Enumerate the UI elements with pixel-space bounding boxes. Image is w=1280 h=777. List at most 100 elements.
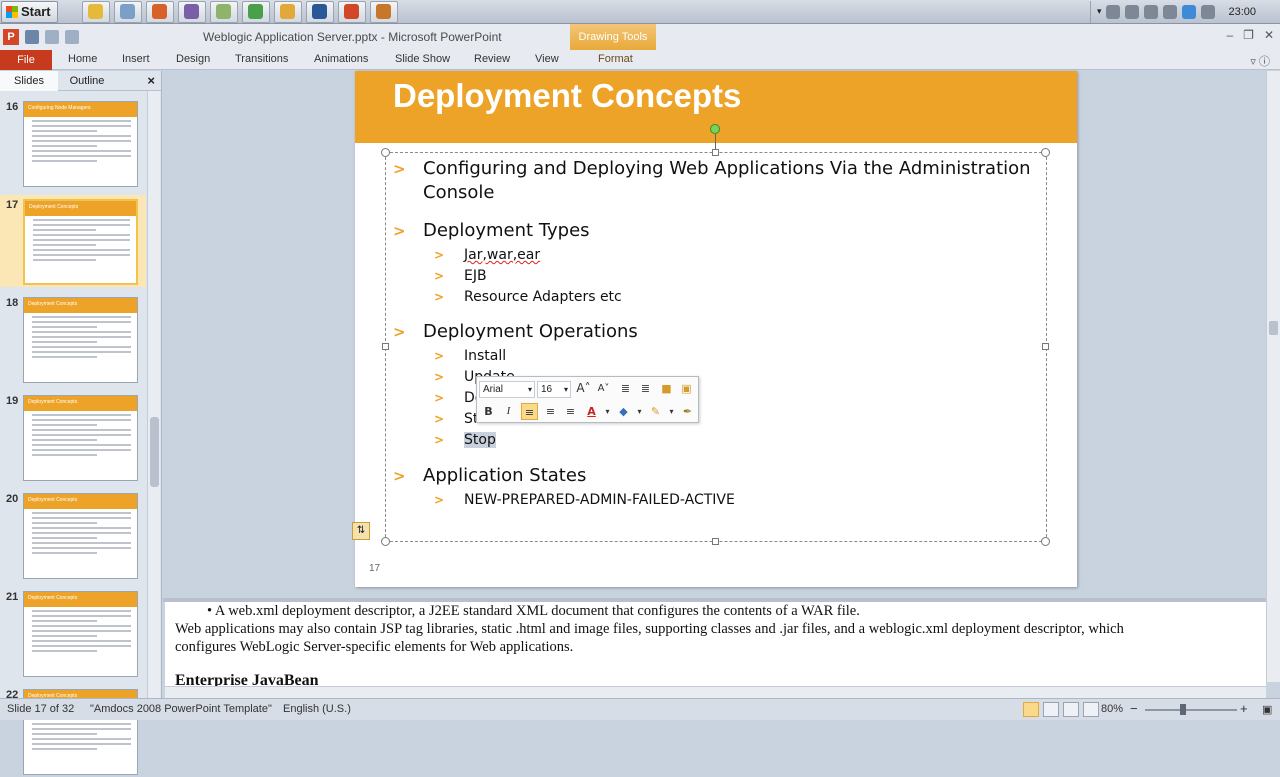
notes-scrollbar[interactable] bbox=[165, 686, 1266, 698]
resize-handle-tr[interactable] bbox=[1041, 148, 1050, 157]
resize-handle-t[interactable] bbox=[712, 149, 719, 156]
bullet-level1[interactable]: Application States bbox=[423, 465, 586, 486]
slide-thumbnail-21[interactable]: 21 Deployment Concepts bbox=[0, 587, 146, 679]
font-color-icon[interactable]: A bbox=[583, 403, 600, 420]
flag-icon[interactable] bbox=[1125, 4, 1140, 19]
resize-handle-tl[interactable] bbox=[381, 148, 390, 157]
tab-review[interactable]: Review bbox=[474, 53, 510, 65]
bullet-level2[interactable]: Jar,war,ear bbox=[464, 247, 540, 263]
chevron-down-icon[interactable]: ▾ bbox=[663, 403, 680, 420]
zoom-slider[interactable] bbox=[1145, 709, 1237, 711]
font-size-box[interactable]: 16 ▾ bbox=[537, 381, 571, 398]
arrange-icon[interactable]: ▣ bbox=[678, 380, 695, 397]
fit-to-window-icon[interactable]: ▣ bbox=[1262, 703, 1272, 716]
editor-scroll-thumb[interactable] bbox=[1269, 321, 1278, 335]
close-pane-icon[interactable]: × bbox=[147, 73, 155, 88]
close-icon[interactable]: ✕ bbox=[1264, 28, 1274, 42]
start-button[interactable]: Start bbox=[1, 0, 58, 23]
tab-animations[interactable]: Animations bbox=[314, 53, 368, 65]
bullet-level1[interactable]: Console bbox=[423, 182, 494, 203]
slide-thumbnail-20[interactable]: 20 Deployment Concepts bbox=[0, 489, 146, 581]
slideshow-button[interactable] bbox=[1083, 702, 1099, 717]
notes-pane[interactable]: • A web.xml deployment descriptor, a J2E… bbox=[165, 602, 1266, 686]
language-indicator[interactable]: English (U.S.) bbox=[283, 703, 351, 715]
align-left-button[interactable]: ≡ bbox=[521, 403, 538, 420]
slide-sorter-button[interactable] bbox=[1043, 702, 1059, 717]
bullet-level2[interactable]: Resource Adapters etc bbox=[464, 289, 622, 305]
thumbnail-scrollbar[interactable] bbox=[147, 91, 160, 700]
shape-fill-icon[interactable]: ◆ bbox=[615, 403, 632, 420]
autofit-options-icon[interactable]: ⇅ bbox=[352, 522, 370, 540]
align-right-button[interactable]: ≡ bbox=[562, 403, 579, 420]
word-app-button[interactable] bbox=[305, 0, 334, 23]
vs-app-button[interactable] bbox=[177, 0, 206, 23]
bullet-level2[interactable]: NEW-PREPARED-ADMIN-FAILED-ACTIVE bbox=[464, 492, 735, 508]
redo-icon[interactable] bbox=[65, 30, 79, 44]
rotation-handle[interactable] bbox=[710, 124, 720, 134]
powerpoint-app-button[interactable] bbox=[337, 0, 366, 23]
app-grid-button[interactable] bbox=[209, 0, 238, 23]
firefox-app-button[interactable] bbox=[145, 0, 174, 23]
restore-icon[interactable]: ❐ bbox=[1243, 28, 1254, 42]
bullet-level2[interactable]: Stop bbox=[464, 432, 496, 448]
cloud-icon[interactable] bbox=[1182, 4, 1197, 19]
clock[interactable]: 23:00 bbox=[1228, 6, 1256, 18]
chevron-down-icon[interactable]: ▾ bbox=[599, 403, 616, 420]
zoom-out-icon[interactable]: − bbox=[1130, 701, 1138, 716]
resize-handle-br[interactable] bbox=[1041, 537, 1050, 546]
shrink-font-icon[interactable]: A˅ bbox=[595, 380, 612, 397]
chrome-app-button[interactable] bbox=[81, 0, 110, 23]
battery-icon[interactable] bbox=[1201, 4, 1216, 19]
decrease-indent-icon[interactable]: ≣ bbox=[617, 380, 634, 397]
tab-slides[interactable]: Slides bbox=[0, 70, 58, 91]
slide-title[interactable]: Deployment Concepts bbox=[393, 77, 741, 115]
font-name-box[interactable]: Arial ▾ bbox=[479, 381, 535, 398]
editor-scrollbar[interactable] bbox=[1266, 71, 1280, 682]
zoom-level[interactable]: 80% bbox=[1101, 703, 1123, 715]
tab-view[interactable]: View bbox=[535, 53, 559, 65]
template-name[interactable]: "Amdocs 2008 PowerPoint Template" bbox=[90, 703, 272, 715]
resize-handle-r[interactable] bbox=[1042, 343, 1049, 350]
slide-canvas[interactable]: Deployment Concepts > Configuring and Dep… bbox=[352, 71, 1077, 587]
ribbon-help-icon[interactable]: ▿ ⓘ bbox=[1250, 53, 1270, 69]
bullet-level1[interactable]: Deployment Operations bbox=[423, 321, 638, 342]
tab-format[interactable]: Format bbox=[598, 53, 633, 65]
align-center-button[interactable]: ≡ bbox=[542, 403, 559, 420]
normal-view-button[interactable] bbox=[1023, 702, 1039, 717]
shape-outline-icon[interactable]: ✎ bbox=[647, 403, 664, 420]
tab-file[interactable]: File bbox=[0, 50, 52, 70]
device-icon[interactable] bbox=[1144, 4, 1159, 19]
bullet-level2[interactable]: EJB bbox=[464, 268, 487, 284]
slide-thumbnail-18[interactable]: 18 Deployment Concepts bbox=[0, 293, 146, 385]
minimize-icon[interactable]: – bbox=[1226, 28, 1233, 42]
resize-handle-l[interactable] bbox=[382, 343, 389, 350]
powerpoint-icon[interactable]: P bbox=[3, 29, 19, 45]
torrent-app-button[interactable] bbox=[241, 0, 270, 23]
grow-font-icon[interactable]: A˄ bbox=[575, 380, 592, 397]
zoom-slider-handle[interactable] bbox=[1180, 704, 1186, 715]
tab-slide-show[interactable]: Slide Show bbox=[395, 53, 450, 65]
tab-design[interactable]: Design bbox=[176, 53, 210, 65]
volume-icon[interactable] bbox=[1163, 4, 1178, 19]
tab-transitions[interactable]: Transitions bbox=[235, 53, 288, 65]
format-painter-icon[interactable]: ✒ bbox=[679, 403, 696, 420]
save-icon[interactable] bbox=[25, 30, 39, 44]
resize-handle-bl[interactable] bbox=[381, 537, 390, 546]
explorer-app-button[interactable] bbox=[113, 0, 142, 23]
resize-handle-b[interactable] bbox=[712, 538, 719, 545]
tab-outline[interactable]: Outline bbox=[58, 75, 116, 87]
network-icon[interactable] bbox=[1106, 4, 1121, 19]
slide-thumbnail-19[interactable]: 19 Deployment Concepts bbox=[0, 391, 146, 483]
settings-app-button[interactable] bbox=[369, 0, 398, 23]
chrome-app-2-button[interactable] bbox=[273, 0, 302, 23]
thumbnail-scroll-thumb[interactable] bbox=[150, 417, 159, 487]
tab-home[interactable]: Home bbox=[68, 53, 97, 65]
bold-button[interactable]: B bbox=[480, 403, 497, 420]
tray-expand-icon[interactable]: ▾ bbox=[1097, 6, 1102, 17]
increase-indent-icon[interactable]: ≣ bbox=[637, 380, 654, 397]
bullet-level1[interactable]: Configuring and Deploying Web Applicatio… bbox=[423, 158, 1031, 179]
chevron-down-icon[interactable]: ▾ bbox=[631, 403, 648, 420]
reading-view-button[interactable] bbox=[1063, 702, 1079, 717]
bullet-level2[interactable]: Install bbox=[464, 348, 506, 364]
slide-thumbnail-16[interactable]: 16 Configuring Node Managers bbox=[0, 97, 146, 189]
